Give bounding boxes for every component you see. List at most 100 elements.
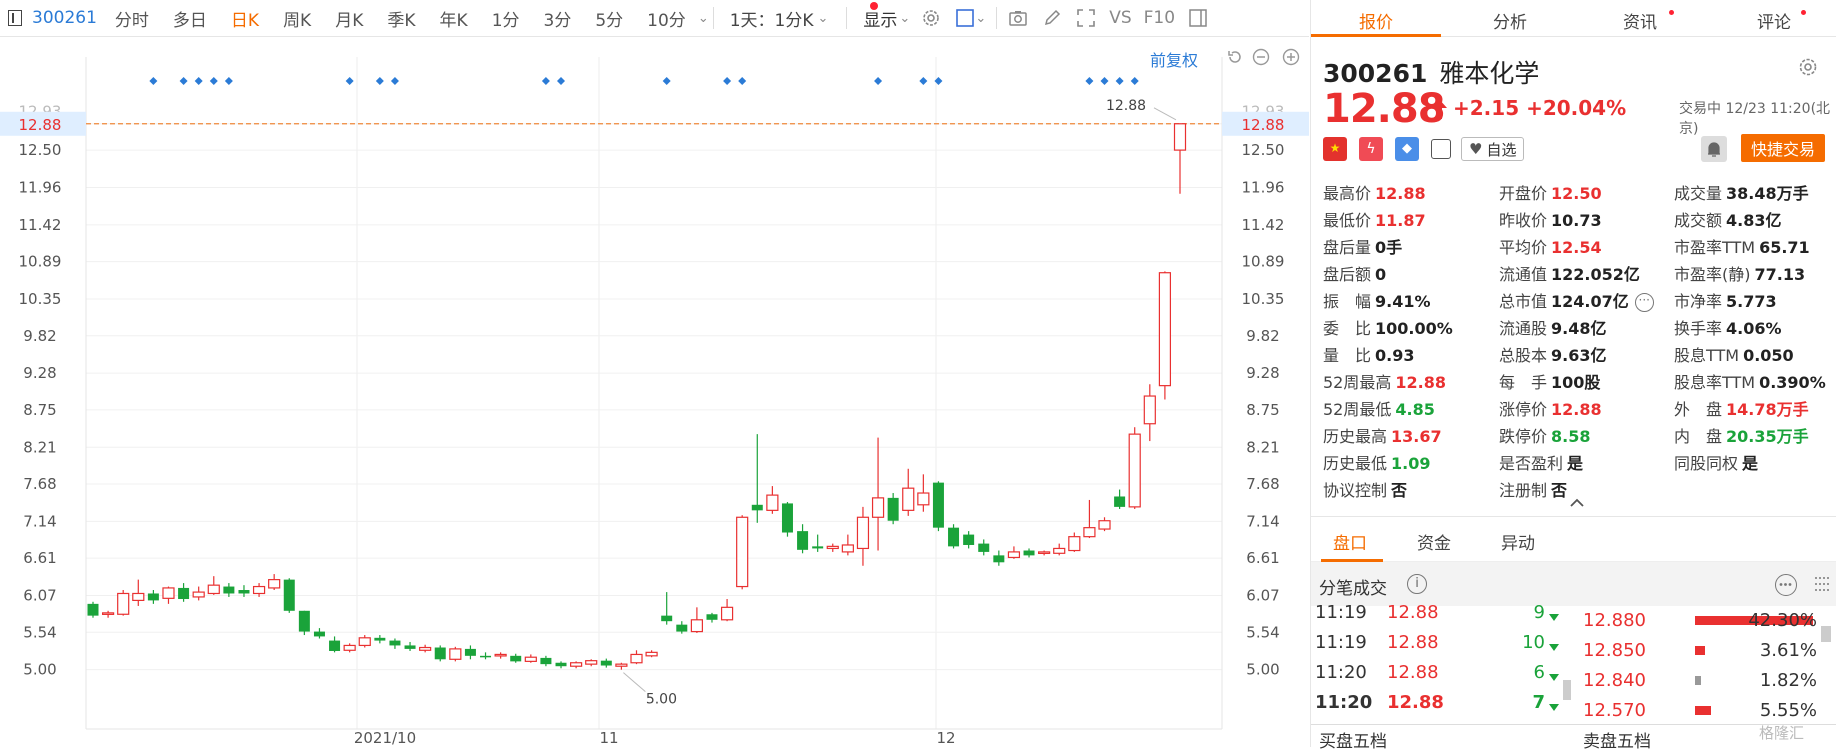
candle-body-up[interactable]: [570, 662, 583, 667]
candle-body-up[interactable]: [252, 585, 266, 595]
candle-body-up[interactable]: [117, 592, 130, 615]
candle-body-up[interactable]: [736, 516, 749, 588]
candle-body-up[interactable]: [268, 579, 281, 589]
candle-body-up[interactable]: [841, 544, 854, 553]
candle-body-down[interactable]: [374, 637, 386, 641]
vs-compare-button[interactable]: VS: [1103, 8, 1137, 28]
tab-quote[interactable]: 报价: [1359, 8, 1393, 33]
candle-body-up[interactable]: [826, 545, 839, 550]
collapse-chevron-icon[interactable]: [1569, 498, 1585, 508]
candle-body-up[interactable]: [871, 497, 885, 518]
candle-body-down[interactable]: [313, 631, 325, 637]
candle-body-down[interactable]: [781, 503, 793, 533]
candle-body-down[interactable]: [887, 497, 899, 521]
tab-pankou[interactable]: 盘口: [1333, 529, 1367, 554]
candle-body-up[interactable]: [1128, 433, 1141, 508]
camera-icon[interactable]: [1008, 8, 1028, 28]
candle-body-down[interactable]: [464, 648, 476, 656]
color-square-icon[interactable]: [955, 8, 975, 28]
candle-body-down[interactable]: [283, 579, 295, 611]
candle-body-up[interactable]: [419, 646, 432, 651]
candle-body-down[interactable]: [676, 624, 688, 632]
candle-body-up[interactable]: [192, 591, 205, 598]
candle-body-down[interactable]: [404, 645, 416, 649]
period-rik[interactable]: 日K: [219, 6, 271, 31]
candle-body-up[interactable]: [690, 619, 703, 633]
candle-body-down[interactable]: [932, 482, 944, 528]
candle-body-down[interactable]: [812, 546, 824, 549]
candle-body-up[interactable]: [902, 487, 915, 511]
tab-zijin[interactable]: 资金: [1417, 529, 1451, 554]
tick-scrollbar[interactable]: [1563, 680, 1571, 700]
candle-body-up[interactable]: [449, 648, 462, 660]
quick-trade-button[interactable]: 快捷交易: [1741, 134, 1825, 162]
quote-settings-gear-icon[interactable]: [1797, 56, 1819, 78]
period-niank[interactable]: 年K: [428, 6, 480, 31]
candle-body-down[interactable]: [480, 655, 492, 658]
zoom-in-icon[interactable]: [1282, 48, 1300, 66]
candle-body-down[interactable]: [797, 531, 809, 550]
period-more-chevron-icon[interactable]: ⌄: [698, 11, 709, 26]
dist-scrollbar[interactable]: [1821, 626, 1831, 642]
china-flag-icon[interactable]: ★: [1323, 137, 1347, 161]
fuquan-adjust-link[interactable]: 前复权: [1150, 47, 1198, 71]
candle-body-down[interactable]: [329, 640, 341, 651]
candle-body-down[interactable]: [238, 590, 250, 594]
candle-body-up[interactable]: [162, 587, 175, 599]
panel-toggle-icon[interactable]: [1188, 8, 1208, 28]
candle-body-up[interactable]: [1158, 272, 1172, 387]
candle-body-up[interactable]: [1038, 551, 1051, 555]
candle-body-down[interactable]: [978, 543, 990, 552]
candle-body-up[interactable]: [720, 606, 734, 621]
candle-body-up[interactable]: [1007, 551, 1021, 559]
period-yuek[interactable]: 月K: [323, 6, 375, 31]
candle-body-down[interactable]: [223, 586, 235, 594]
candle-body-down[interactable]: [147, 593, 159, 601]
candle-body-down[interactable]: [298, 610, 310, 632]
candle-body-up[interactable]: [1053, 547, 1066, 554]
period-zhouk[interactable]: 周K: [271, 6, 323, 31]
alert-bell-icon[interactable]: [1701, 136, 1727, 162]
more-options-icon[interactable]: [1775, 574, 1797, 596]
candle-body-up[interactable]: [1098, 520, 1111, 530]
candle-body-up[interactable]: [494, 653, 507, 657]
pencil-draw-icon[interactable]: [1042, 8, 1062, 28]
candle-body-up[interactable]: [358, 637, 371, 647]
candle-body-up[interactable]: [207, 584, 220, 595]
candle-body-down[interactable]: [389, 640, 401, 646]
tag-icon[interactable]: ◆: [1395, 137, 1419, 161]
candle-body-down[interactable]: [661, 615, 673, 622]
tab-comments[interactable]: 评论: [1757, 8, 1791, 33]
display-chevron-icon[interactable]: ⌄: [899, 11, 910, 26]
candle-body-up[interactable]: [343, 644, 356, 651]
kline-chart[interactable]: 12.88 12.88 12.50 12.50 11.96 11.96 11.42 11.42…: [0, 37, 1309, 747]
period-jik[interactable]: 季K: [375, 6, 427, 31]
period-1min[interactable]: 1分: [480, 6, 532, 31]
candle-body-down[interactable]: [948, 527, 960, 547]
stock-code[interactable]: 300261: [28, 8, 103, 28]
candle-body-down[interactable]: [993, 555, 1005, 563]
period-10min[interactable]: 10分: [635, 6, 698, 31]
candle-body-down[interactable]: [600, 660, 612, 666]
candle-body-down[interactable]: [540, 657, 552, 665]
f10-button[interactable]: F10: [1138, 8, 1181, 28]
period-duori[interactable]: 多日: [161, 6, 219, 31]
candle-body-down[interactable]: [178, 587, 190, 600]
candle-body-up[interactable]: [615, 663, 628, 667]
candle-body-up[interactable]: [524, 656, 537, 662]
period-3min[interactable]: 3分: [532, 6, 584, 31]
lightning-icon[interactable]: ϟ: [1359, 137, 1383, 161]
candle-body-up[interactable]: [645, 651, 658, 657]
candle-body-down[interactable]: [1114, 496, 1126, 507]
info-icon[interactable]: i: [1407, 574, 1427, 594]
candle-body-down[interactable]: [555, 662, 567, 667]
candle-body-up[interactable]: [132, 592, 145, 602]
candle-body-up[interactable]: [630, 653, 643, 664]
kline-chart-area[interactable]: 12.88 12.88 12.50 12.50 11.96 11.96 11.42 11.42…: [0, 37, 1309, 747]
tab-yidong[interactable]: 异动: [1501, 529, 1535, 554]
sidebar-toggle-icon[interactable]: [8, 10, 22, 26]
tab-analysis[interactable]: 分析: [1493, 8, 1527, 33]
candle-body-up[interactable]: [766, 494, 779, 511]
period-combo[interactable]: 1天：1分K: [718, 6, 826, 31]
color-chevron-icon[interactable]: ⌄: [975, 11, 986, 26]
